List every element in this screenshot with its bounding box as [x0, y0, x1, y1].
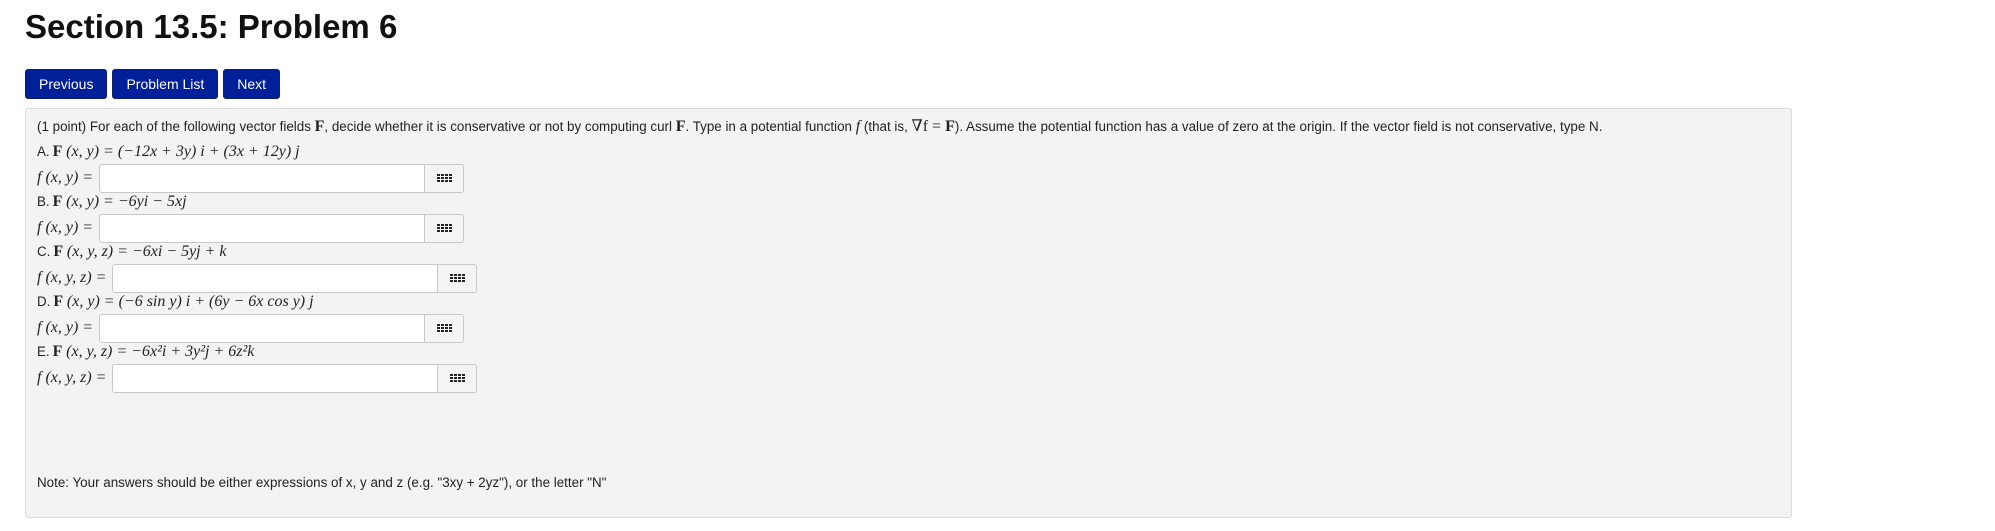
statement-symbol: F	[675, 118, 686, 135]
keyboard-grid-icon[interactable]	[437, 264, 477, 292]
answer-box-e	[112, 363, 478, 393]
field-symbol: F	[53, 293, 64, 310]
part-b: B. F (x, y) = −6yi − 5xj f (x, y) =	[37, 191, 465, 243]
answer-label: f (x, y) =	[37, 219, 94, 236]
part-d-field: D. F (x, y) = (−6 sin y) i + (6y − 6x cos…	[37, 291, 464, 313]
answer-box-d	[99, 313, 465, 343]
keyboard-grid-icon[interactable]	[424, 314, 464, 342]
part-letter: D.	[37, 294, 51, 309]
field-expression: −6x²i + 3y²j + 6z²k	[131, 343, 255, 360]
part-letter: B.	[37, 194, 50, 209]
part-letter: A.	[37, 144, 50, 159]
field-symbol: F	[52, 343, 63, 360]
field-args: (x, y) =	[66, 143, 118, 160]
problem-panel: (1 point) For each of the following vect…	[25, 108, 1792, 518]
answer-label: f (x, y) =	[37, 319, 94, 336]
problem-nav: Previous Problem List Next	[25, 69, 281, 99]
field-args: (x, y, z) =	[66, 243, 132, 260]
part-letter: C.	[37, 244, 51, 259]
field-args: (x, y) =	[66, 293, 119, 310]
statement-symbol: F	[945, 118, 955, 135]
next-button[interactable]: Next	[223, 69, 281, 99]
answer-box-b	[99, 213, 465, 243]
statement-symbol: F	[314, 118, 325, 135]
answer-label: f (x, y, z) =	[37, 269, 107, 286]
part-c: C. F (x, y, z) = −6xi − 5yj + k f (x, y, …	[37, 241, 478, 293]
field-args: (x, y, z) =	[66, 343, 132, 360]
answer-label: f (x, y, z) =	[37, 369, 107, 386]
problem-statement: (1 point) For each of the following vect…	[37, 117, 1777, 137]
answer-box-a	[99, 163, 465, 193]
statement-text: (that is,	[860, 119, 912, 134]
previous-button[interactable]: Previous	[25, 69, 108, 99]
statement-symbol: ∇f =	[911, 118, 946, 135]
part-letter: E.	[37, 344, 50, 359]
answer-input-d[interactable]	[100, 314, 425, 342]
field-expression: (−12x + 3y) i + (3x + 12y) j	[117, 143, 300, 160]
field-symbol: F	[52, 193, 63, 210]
page-title: Section 13.5: Problem 6	[25, 8, 398, 45]
part-a-field: A. F (x, y) = (−12x + 3y) i + (3x + 12y) …	[37, 141, 464, 163]
field-symbol: F	[52, 143, 63, 160]
part-d: D. F (x, y) = (−6 sin y) i + (6y − 6x cos…	[37, 291, 465, 343]
field-expression: −6yi − 5xj	[117, 193, 187, 210]
field-expression: (−6 sin y) i + (6y − 6x cos y) j	[118, 293, 314, 310]
answer-box-c	[112, 263, 478, 293]
problem-page: Section 13.5: Problem 6 Previous Problem…	[0, 0, 1995, 531]
statement-text: , decide whether it is conservative or n…	[324, 119, 676, 134]
keyboard-grid-icon[interactable]	[424, 164, 464, 192]
part-c-field: C. F (x, y, z) = −6xi − 5yj + k	[37, 241, 477, 263]
answer-note: Note: Your answers should be either expr…	[37, 475, 607, 490]
keyboard-grid-icon[interactable]	[424, 214, 464, 242]
keyboard-grid-icon[interactable]	[437, 364, 477, 392]
field-args: (x, y) =	[66, 193, 118, 210]
part-e-field: E. F (x, y, z) = −6x²i + 3y²j + 6z²k	[37, 341, 477, 363]
field-expression: −6xi − 5yj + k	[131, 243, 227, 260]
answer-input-e[interactable]	[113, 364, 438, 392]
answer-label: f (x, y) =	[37, 169, 94, 186]
problem-list-button[interactable]: Problem List	[112, 69, 219, 99]
statement-text: . Type in a potential function	[685, 119, 856, 134]
answer-input-a[interactable]	[100, 164, 425, 192]
part-a: A. F (x, y) = (−12x + 3y) i + (3x + 12y) …	[37, 141, 465, 193]
part-b-field: B. F (x, y) = −6yi − 5xj	[37, 191, 464, 213]
answer-input-c[interactable]	[113, 264, 438, 292]
answer-input-b[interactable]	[100, 214, 425, 242]
statement-text: (1 point) For each of the following vect…	[37, 119, 315, 134]
statement-text: ). Assume the potential function has a v…	[954, 119, 1603, 134]
part-e: E. F (x, y, z) = −6x²i + 3y²j + 6z²k f (x…	[37, 341, 478, 393]
field-symbol: F	[53, 243, 64, 260]
